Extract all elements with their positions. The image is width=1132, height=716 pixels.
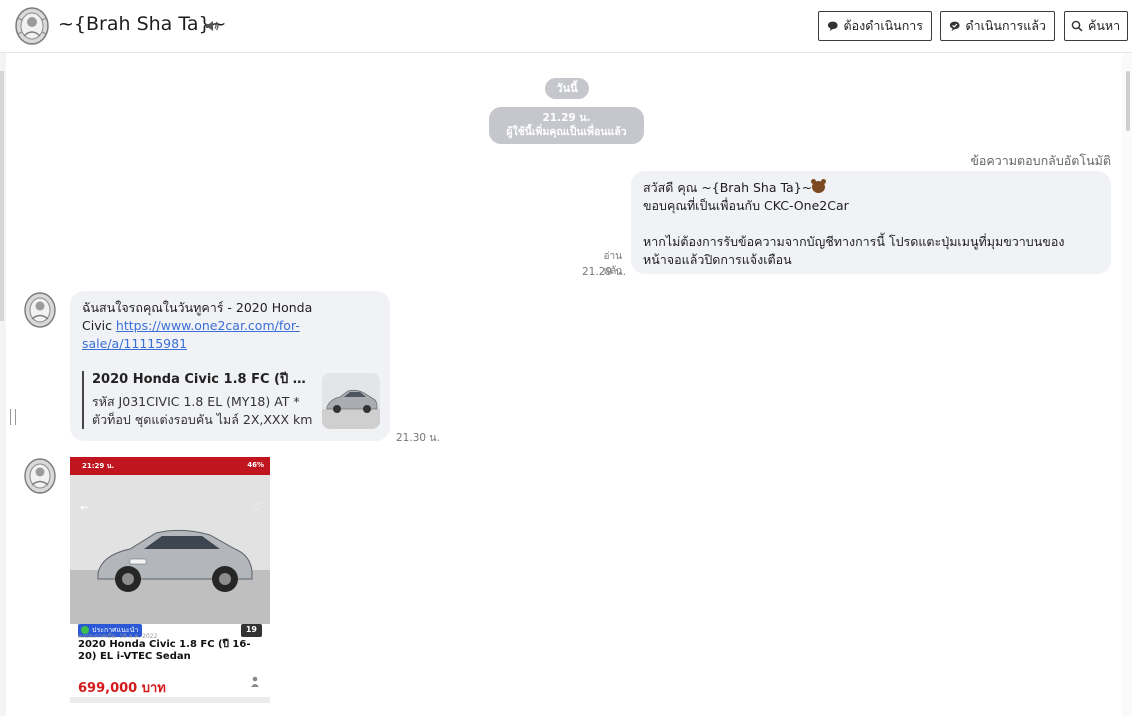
- outgoing-timestamp: 21.29 น.: [582, 266, 626, 278]
- outgoing-line: ขอบคุณที่เป็นเพื่อนกับ CKC-One2Car: [643, 198, 849, 213]
- resize-handle[interactable]: [10, 409, 16, 425]
- speech-bubble-icon: [827, 21, 838, 31]
- scrollbar-thumb[interactable]: [1126, 71, 1130, 131]
- search-button[interactable]: ค้นหา: [1064, 11, 1128, 41]
- car-photo-graphic: [70, 475, 270, 624]
- person-icon: [251, 676, 259, 687]
- car-title: 2020 Honda Civic 1.8 FC (ปี 16-20) EL i-…: [78, 639, 251, 662]
- system-notice: 21.29 น. ผู้ใช้นี้เพิ่มคุณเป็นเพื่อนแล้ว: [489, 107, 644, 144]
- done-button-label: ดำเนินการแล้ว: [965, 18, 1046, 33]
- speaker-icon[interactable]: [204, 18, 220, 34]
- outgoing-message[interactable]: สวัสดี คุณ ~{Brah Sha Ta}~ ขอบคุณที่เป็น…: [631, 171, 1111, 274]
- link-preview-description: รหัส J031CIVIC 1.8 EL (MY18) AT *: [92, 394, 300, 409]
- bear-emoji-icon: [811, 179, 827, 193]
- chat-header: ~{Brah Sha Ta}~ ต้องดำเนินการ ดำเนินการแ…: [0, 0, 1132, 53]
- image-message[interactable]: 21:29 น. 46% ← ♡ ประกาศแนะนำ 19 ลงประกาศ…: [70, 457, 270, 716]
- search-button-label: ค้นหา: [1088, 18, 1121, 33]
- chat-title: ~{Brah Sha Ta}~: [58, 13, 227, 35]
- divider: [70, 697, 270, 703]
- todo-button-label: ต้องดำเนินการ: [843, 18, 923, 33]
- link-preview-description: ตัวท็อป ชุดแต่งรอบคัน ไมล์ 2X,XXX km: [92, 412, 313, 427]
- photo-count: 19: [240, 624, 262, 637]
- outgoing-line: หน้าจอแล้วปิดการแจ้งเตือน: [643, 252, 792, 267]
- link-preview-title: 2020 Honda Civic 1.8 FC (ปี 16-20) EL i-…: [92, 372, 314, 387]
- scrollbar-track[interactable]: [1122, 53, 1132, 716]
- done-button[interactable]: ดำเนินการแล้ว: [940, 11, 1055, 41]
- incoming-text: sale/a/11115981: [82, 335, 378, 353]
- car-photo: ← ♡ ประกาศแนะนำ 19: [70, 475, 270, 637]
- incoming-text: Civic https://www.one2car.com/for-: [82, 318, 300, 333]
- system-notice-text: ผู้ใช้นี้เพิ่มคุณเป็นเพื่อนแล้ว: [506, 126, 627, 138]
- auto-reply-label: ข้อความตอบกลับอัตโนมัติ: [970, 153, 1111, 168]
- chat-avatar-crest-icon[interactable]: [14, 6, 50, 46]
- listing-link[interactable]: https://www.one2car.com/for-: [116, 318, 300, 333]
- phone-status-time: 21:29 น.: [82, 462, 115, 470]
- system-notice-time: 21.29 น.: [542, 112, 591, 124]
- chat-check-icon: [949, 21, 960, 31]
- incoming-text: ฉันสนใจรถคุณในวันทูคาร์ - 2020 Honda: [82, 300, 313, 315]
- car-price: 699,000 บาท: [78, 681, 166, 696]
- link-preview-card[interactable]: 2020 Honda Civic 1.8 FC (ปี 16-20) EL i-…: [82, 371, 380, 429]
- phone-battery: 46%: [247, 461, 264, 469]
- incoming-timestamp: 21.30 น.: [396, 432, 440, 444]
- sender-avatar-crest-icon[interactable]: [23, 291, 57, 329]
- heart-icon: ♡: [252, 501, 262, 514]
- back-arrow-icon: ←: [80, 501, 90, 514]
- todo-button[interactable]: ต้องดำเนินการ: [818, 11, 932, 41]
- outgoing-line: หากไม่ต้องการรับข้อความจากบัญชีทางการนี้…: [643, 234, 1065, 249]
- chat-messages[interactable]: วันนี้ 21.29 น. ผู้ใช้นี้เพิ่มคุณเป็นเพื…: [0, 53, 1132, 716]
- search-icon: [1071, 20, 1083, 32]
- incoming-link-message[interactable]: ฉันสนใจรถคุณในวันทูคาร์ - 2020 Honda Civ…: [70, 291, 390, 441]
- listing-link[interactable]: sale/a/11115981: [82, 336, 187, 351]
- outgoing-line: สวัสดี คุณ ~{Brah Sha Ta}~: [643, 179, 1099, 197]
- car-thumbnail: [322, 373, 380, 429]
- sender-avatar-crest-icon[interactable]: [23, 457, 57, 495]
- phone-status-bar: 21:29 น. 46%: [70, 457, 270, 475]
- left-panel-scrollbar[interactable]: [0, 71, 4, 321]
- date-divider: วันนี้: [545, 78, 589, 99]
